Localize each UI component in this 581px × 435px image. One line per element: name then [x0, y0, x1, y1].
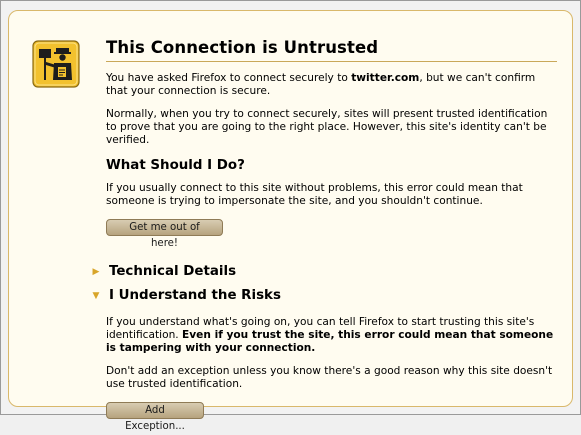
triangle-down-icon: ▼ — [92, 290, 100, 301]
page-title: This Connection is Untrusted — [106, 38, 557, 62]
risks-advice-text: Don't add an exception unless you know t… — [106, 365, 553, 390]
browser-viewport: This Connection is Untrusted You have as… — [0, 0, 581, 432]
get-me-out-button[interactable]: Get me out of here! — [106, 219, 223, 249]
technical-details-heading: Technical Details — [109, 264, 237, 279]
what-to-do-text: If you usually connect to this site with… — [106, 182, 523, 207]
triangle-right-icon: ▶ — [92, 266, 100, 277]
intro-text: You have asked Firefox to connect secure… — [106, 72, 536, 97]
add-exception-button[interactable]: Add Exception... — [106, 402, 204, 432]
technical-details-toggle[interactable]: ▶ Technical Details — [90, 264, 557, 279]
security-officer-icon — [32, 40, 80, 88]
explanation-text: Normally, when you try to connect secure… — [106, 108, 548, 146]
what-to-do-heading: What Should I Do? — [106, 158, 245, 173]
error-content: This Connection is Untrusted You have as… — [93, 38, 557, 433]
understand-risks-heading: I Understand the Risks — [109, 288, 281, 303]
site-name: twitter.com — [351, 72, 420, 84]
understand-risks-toggle[interactable]: ▼ I Understand the Risks — [90, 288, 557, 303]
risks-text: If you understand what's going on, you c… — [106, 316, 554, 354]
error-panel: This Connection is Untrusted You have as… — [8, 10, 573, 432]
